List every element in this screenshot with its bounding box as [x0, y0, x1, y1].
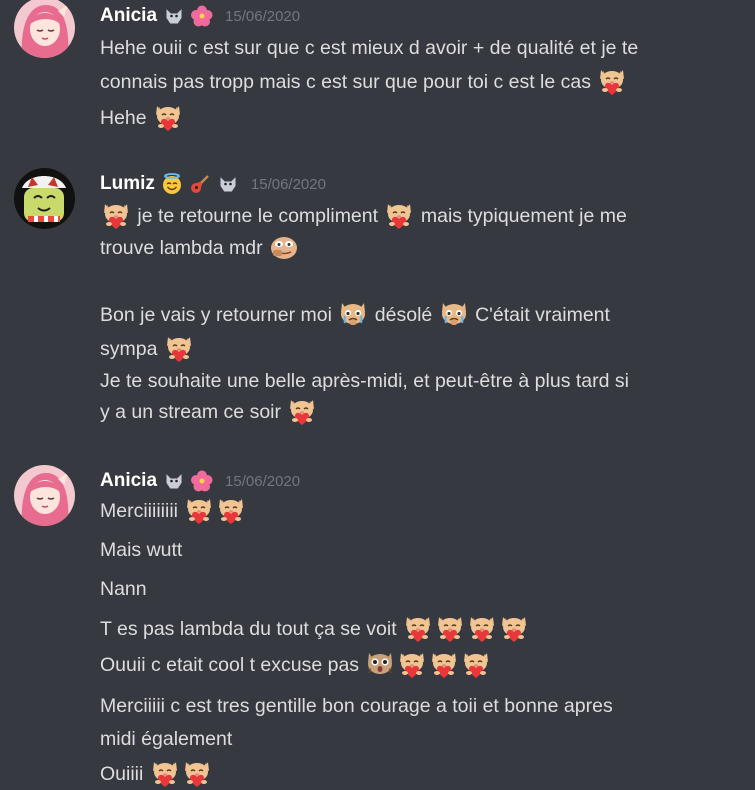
message-line: Hehe ouii c est sur que c est mieux d av… — [100, 37, 639, 59]
angel-smile-icon — [161, 173, 183, 195]
message-line: sympa — [100, 335, 720, 365]
timestamp: 15/06/2020 — [225, 7, 301, 25]
cat-heart-emoji — [101, 200, 131, 230]
green-character-avatar-icon — [14, 168, 75, 229]
cat-heart-emoji — [461, 649, 491, 679]
pink-hair-avatar-icon — [14, 0, 75, 58]
username[interactable]: Anicia — [100, 5, 157, 27]
message-line: Bon je vais y retourner moi désolé C'éta… — [100, 301, 720, 331]
guitar-icon — [189, 173, 211, 195]
message-line: Hehe — [100, 104, 720, 134]
cat-heart-emoji — [499, 613, 529, 643]
avatar[interactable] — [14, 168, 75, 229]
cat-heart-emoji — [184, 495, 214, 525]
crying-cat-emoji — [439, 299, 469, 329]
cat-heart-emoji — [164, 333, 194, 363]
timestamp: 15/06/2020 — [250, 175, 326, 193]
hibiscus-icon — [191, 5, 213, 27]
message-line: y a un stream ce soir — [100, 398, 720, 428]
username[interactable]: Anicia — [100, 470, 157, 492]
cat-heart-emoji — [597, 66, 627, 96]
cat-heart-emoji — [429, 649, 459, 679]
message-line: trouve lambda mdr — [100, 234, 720, 264]
username[interactable]: Lumiz — [100, 173, 155, 195]
message-line: Merciiiiiiii — [100, 497, 720, 527]
avatar[interactable] — [14, 465, 75, 526]
cat-heart-emoji — [150, 758, 180, 788]
pepe-emoji — [269, 232, 299, 262]
cat-heart-emoji — [182, 758, 212, 788]
message-line: Ouiiii — [100, 760, 720, 790]
cat-heart-emoji — [403, 613, 433, 643]
wolf-icon — [163, 5, 185, 27]
wolf-icon — [217, 173, 239, 195]
cat-heart-emoji — [216, 495, 246, 525]
message-line: Ouuii c etait cool t excuse pas — [100, 651, 720, 681]
avatar[interactable] — [14, 0, 75, 58]
cat-heart-emoji — [397, 649, 427, 679]
cat-heart-emoji — [467, 613, 497, 643]
crying-cat-emoji — [338, 299, 368, 329]
wolf-icon — [163, 470, 185, 492]
cat-heart-emoji — [153, 102, 183, 132]
message-line: midi également — [100, 728, 233, 750]
shocked-cat-emoji — [365, 649, 395, 679]
timestamp: 15/06/2020 — [225, 472, 301, 490]
message-line: Nann — [100, 578, 147, 600]
message-line: Mais wutt — [100, 539, 183, 561]
message-line: je te retourne le compliment mais typiqu… — [100, 202, 720, 232]
message-line: connais pas tropp mais c est sur que pou… — [100, 68, 720, 98]
cat-heart-emoji — [287, 396, 317, 426]
hibiscus-icon — [191, 470, 213, 492]
message-line: Je te souhaite une belle après-midi, et … — [100, 370, 629, 392]
pink-hair-avatar-icon — [14, 465, 75, 526]
message-line: T es pas lambda du tout ça se voit — [100, 615, 720, 645]
cat-heart-emoji — [384, 200, 414, 230]
cat-heart-emoji — [435, 613, 465, 643]
message-line: Merciiiii c est tres gentille bon courag… — [100, 695, 613, 717]
